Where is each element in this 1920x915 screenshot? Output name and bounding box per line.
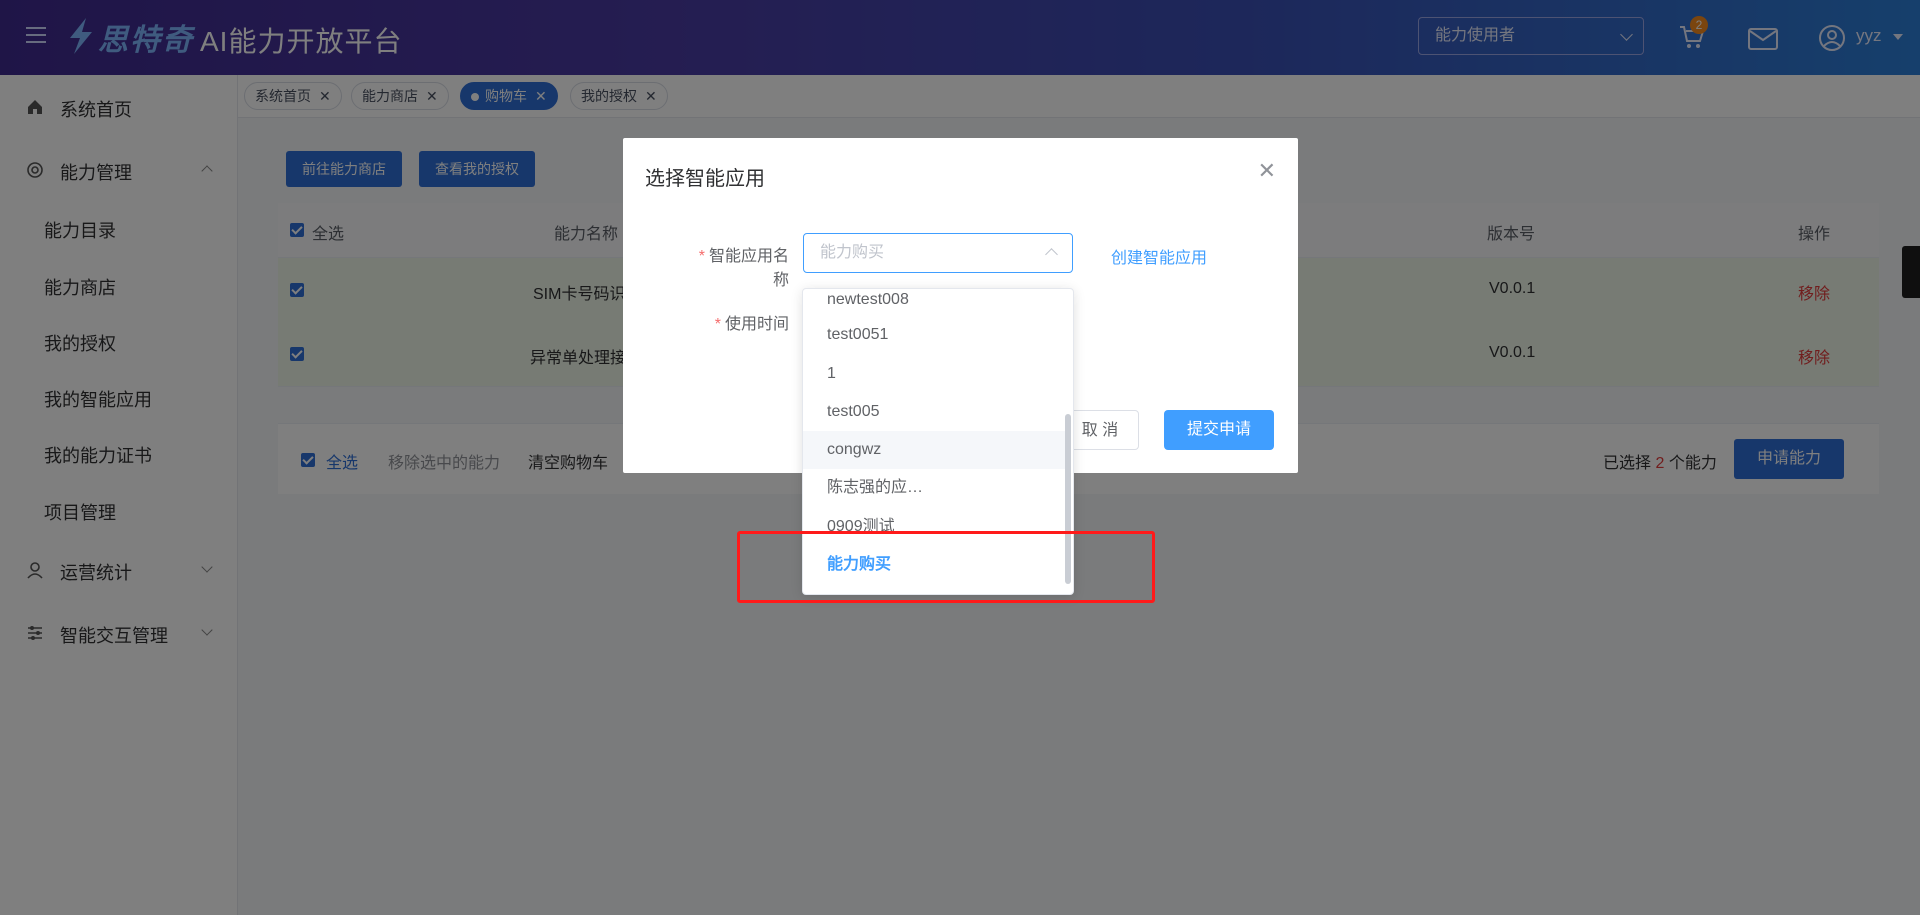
- create-app-link[interactable]: 创建智能应用: [1111, 244, 1207, 268]
- chevron-up-icon: [1045, 248, 1058, 261]
- app-name-select[interactable]: 能力购买: [803, 233, 1073, 273]
- use-time-label-text: 使用时间: [724, 316, 789, 333]
- app-name-label-text: 智能应用名称: [708, 248, 789, 289]
- highlight-annotation-box: [737, 531, 1155, 603]
- dropdown-option[interactable]: test005: [803, 393, 1065, 431]
- dialog-title: 选择智能应用: [645, 168, 765, 190]
- dropdown-option[interactable]: 陈志强的应…: [803, 469, 1065, 507]
- app-name-label: * 智能应用名称: [698, 248, 789, 289]
- dropdown-option[interactable]: newtest008: [803, 289, 1065, 319]
- dropdown-option[interactable]: congwz: [803, 431, 1065, 469]
- use-time-label: * 使用时间: [714, 316, 789, 333]
- submit-button[interactable]: 提交申请: [1164, 410, 1274, 450]
- dropdown-option[interactable]: 1: [803, 355, 1065, 393]
- close-icon[interactable]: ✕: [1258, 158, 1276, 184]
- app-name-select-value: 能力购买: [820, 244, 885, 261]
- dropdown-option[interactable]: test0051: [803, 316, 1065, 354]
